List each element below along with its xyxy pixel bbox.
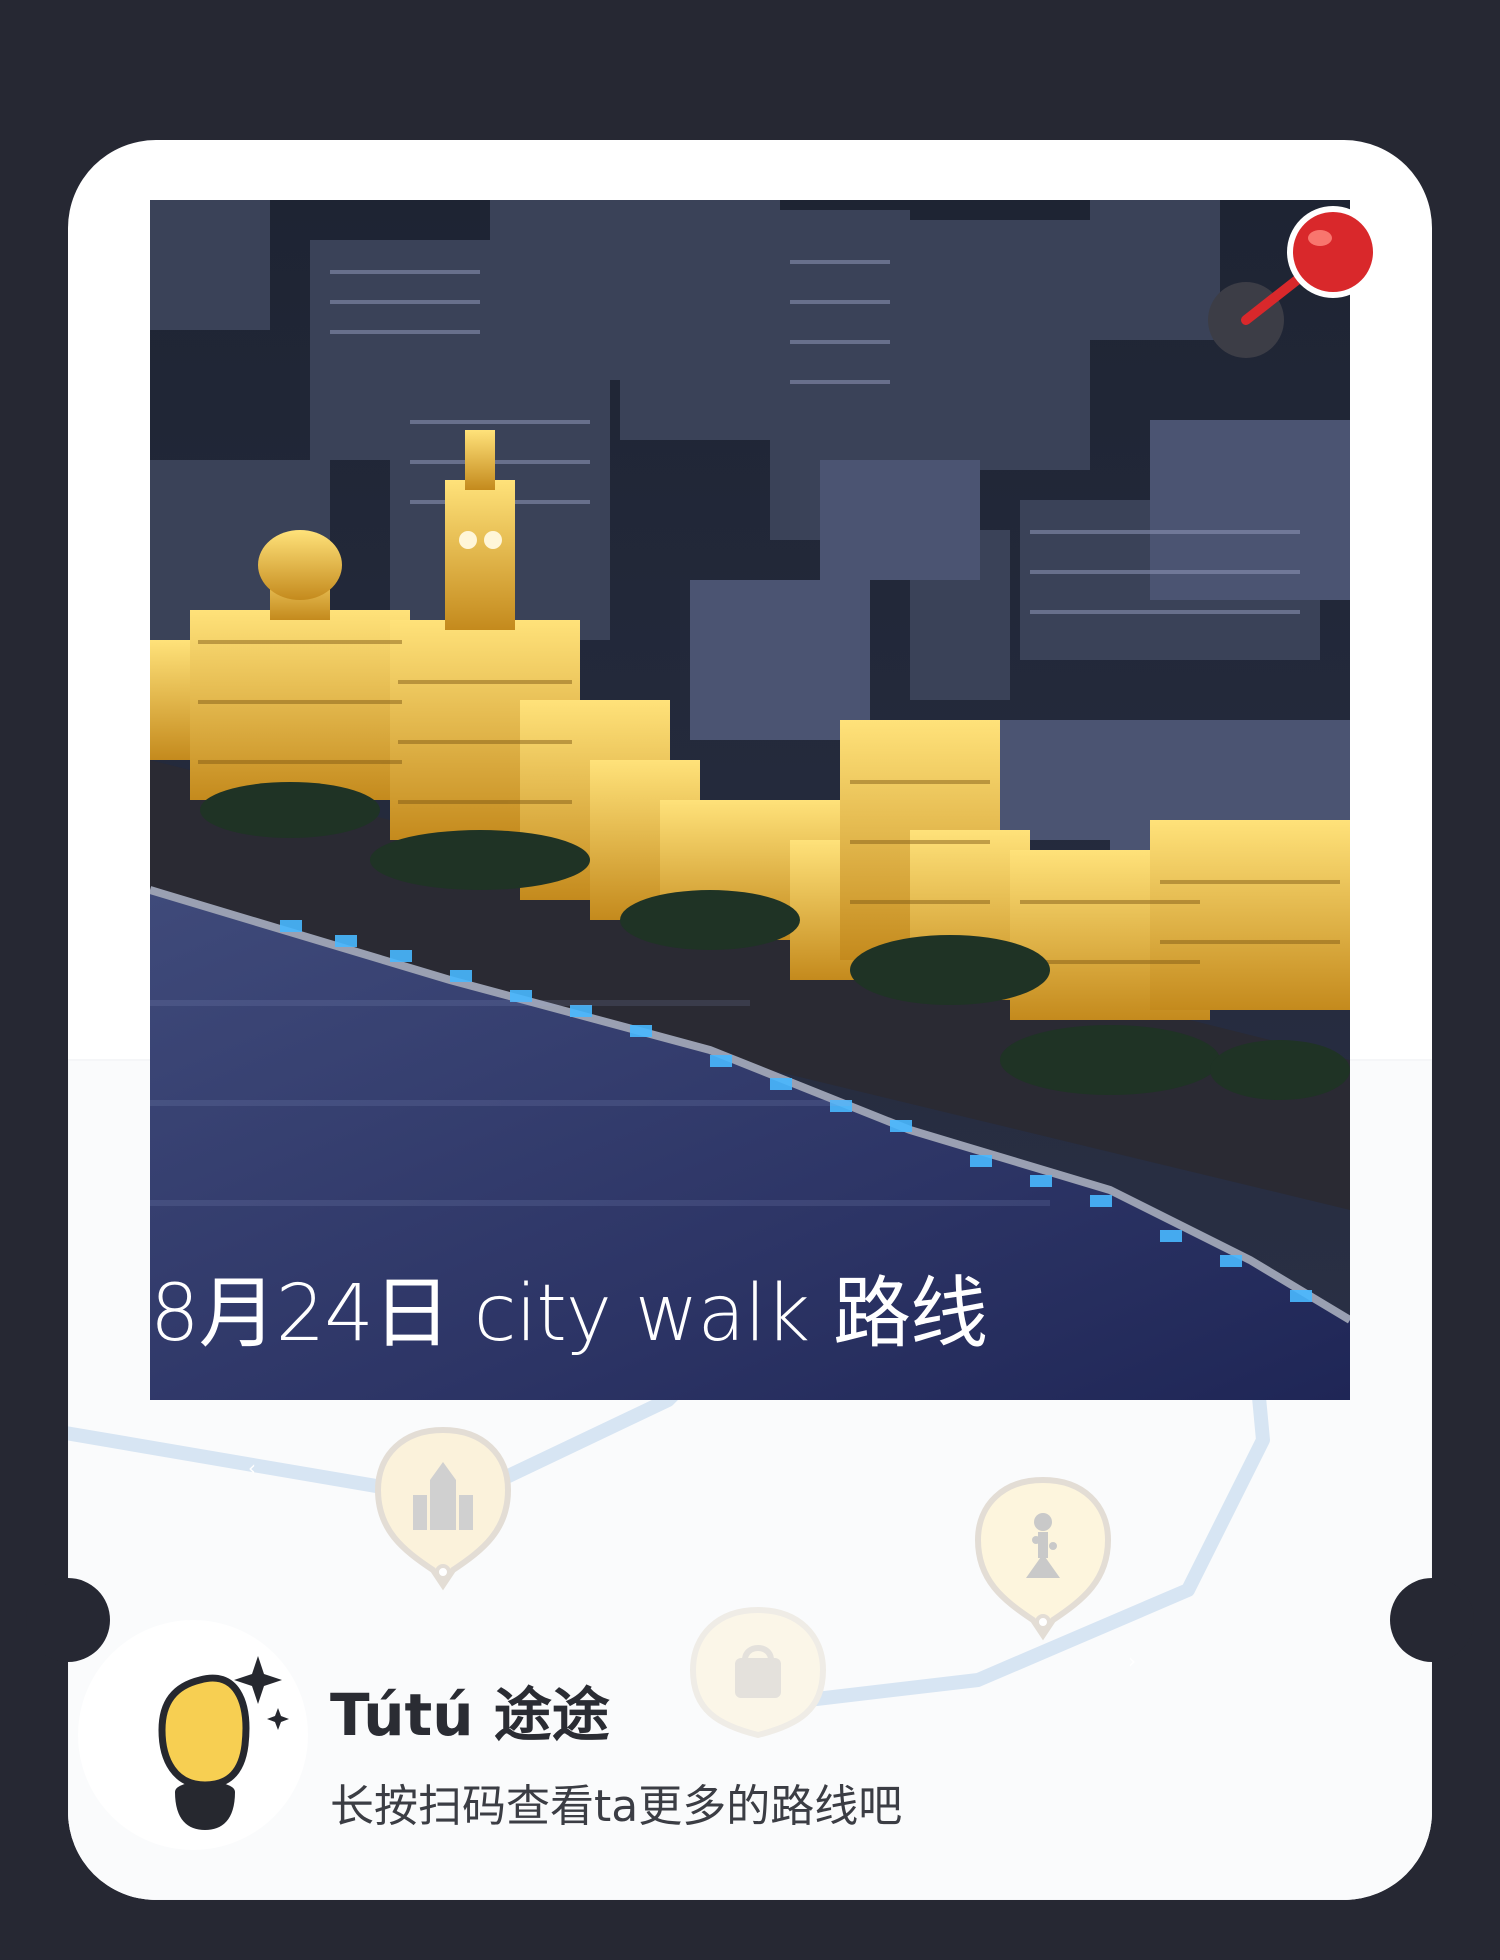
cover-photo[interactable]: 8月24日 city walk 路线 — [150, 200, 1350, 1400]
castle-icon[interactable] — [358, 1420, 528, 1620]
shopping-bag-icon[interactable] — [673, 1600, 843, 1740]
share-poster: { "photo": { "caption": "8月24日 city walk… — [0, 0, 1500, 1960]
brand-tagline: 长按扫码查看ta更多的路线吧 — [330, 1781, 903, 1832]
night-cityscape-image — [150, 200, 1350, 1400]
map-pin-icon — [1208, 206, 1378, 358]
brand-name: Tútú 途途 — [330, 1681, 610, 1749]
route-title: 8月24日 city walk 路线 — [150, 1269, 988, 1359]
statue-icon[interactable] — [958, 1470, 1128, 1670]
svg-text:›: › — [1128, 1649, 1136, 1673]
ticket-notch-left — [26, 1578, 110, 1662]
svg-text:‹: ‹ — [248, 1456, 256, 1480]
ticket-notch-right — [1390, 1578, 1474, 1662]
poster-card: ‹ › 8月24日 city walk 路线 Tútú 途途 长按扫码查看ta更… — [68, 140, 1432, 1900]
footprint-logo-icon — [158, 1656, 289, 1830]
